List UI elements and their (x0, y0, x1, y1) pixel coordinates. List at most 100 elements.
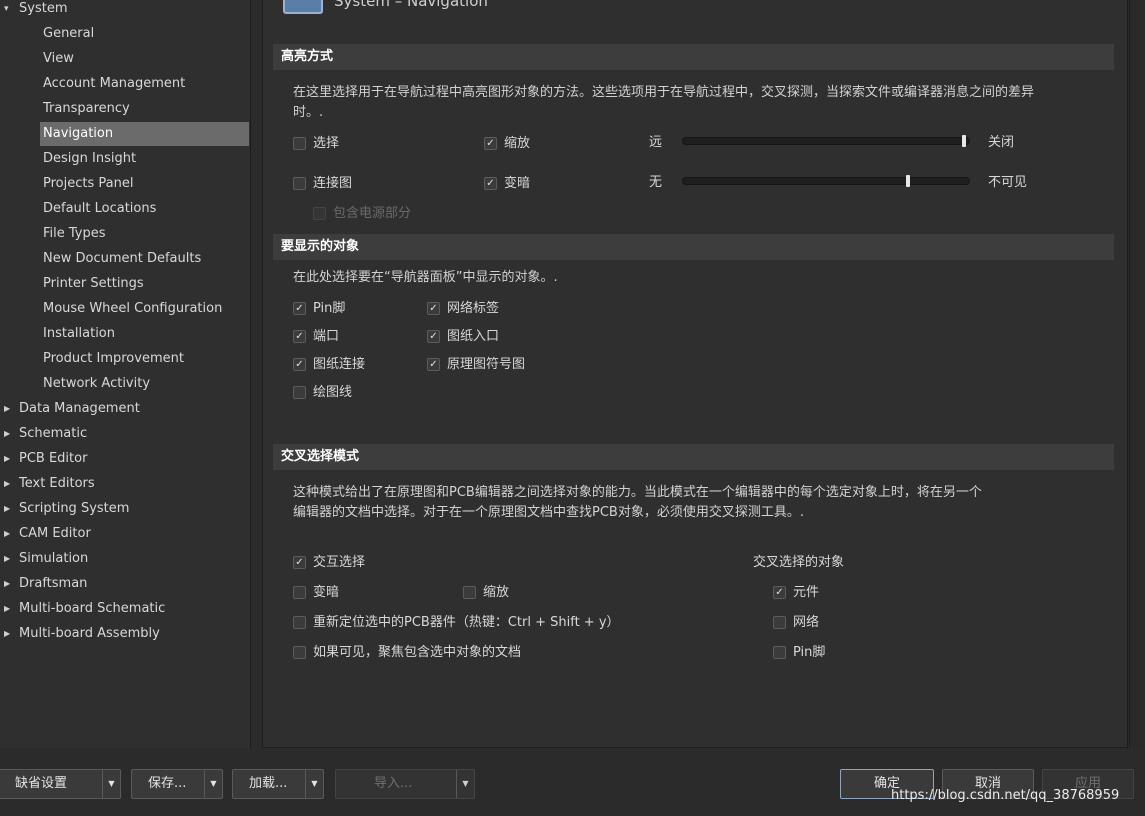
checkbox-box[interactable] (293, 586, 306, 599)
dropdown-arrow-icon[interactable]: ▼ (102, 770, 120, 798)
checkbox-objects-sheet-connector[interactable]: ✓ 图纸连接 (293, 355, 365, 375)
expanded-arrow-icon[interactable]: ▾ (4, 0, 9, 21)
tree-item-draftsman[interactable]: ▶ Draftsman (0, 572, 87, 596)
checkbox-box[interactable] (293, 386, 306, 399)
collapsed-arrow-icon[interactable]: ▶ (4, 497, 10, 521)
tree-item-schematic[interactable]: ▶ Schematic (0, 422, 87, 446)
tree-item-design-insight[interactable]: Design Insight (40, 147, 144, 171)
load-button[interactable]: 加载... ▼ (232, 769, 324, 799)
checkbox-objects-drawing-line[interactable]: 绘图线 (293, 383, 352, 403)
tree-item-file-types[interactable]: File Types (40, 222, 114, 246)
tree-item-cam-editor[interactable]: ▶ CAM Editor (0, 522, 91, 546)
tree-item-account-management[interactable]: Account Management (40, 72, 193, 96)
settings-panel (262, 0, 1128, 748)
checkbox-box[interactable] (773, 646, 786, 659)
collapsed-arrow-icon[interactable]: ▶ (4, 597, 10, 621)
checkbox-focus-document[interactable]: 如果可见，聚焦包含选中对象的文档 (293, 643, 521, 663)
cross-objects-title: 交叉选择的对象 (753, 555, 845, 570)
checkbox-objects-net-label[interactable]: ✓ 网络标签 (427, 299, 499, 319)
collapsed-arrow-icon[interactable]: ▶ (4, 572, 10, 596)
checkbox-box[interactable] (313, 207, 326, 220)
checkbox-include-power[interactable]: 包含电源部分 (313, 204, 411, 224)
cross-description-line1: 这种模式给出了在原理图和PCB编辑器之间选择对象的能力。当此模式在一个编辑器中的… (293, 485, 982, 500)
tree-item-installation[interactable]: Installation (40, 322, 123, 346)
check-icon[interactable]: ✓ (293, 302, 306, 315)
monitor-icon (283, 0, 323, 14)
highlight-description-line2: 时。. (293, 105, 324, 120)
slider-thumb[interactable] (906, 175, 910, 187)
tree-item-view[interactable]: View (40, 47, 82, 71)
check-icon[interactable]: ✓ (427, 330, 440, 343)
tree-item-network-activity[interactable]: Network Activity (40, 372, 158, 396)
tree-item-product-improvement[interactable]: Product Improvement (40, 347, 192, 371)
checkbox-highlight-connection[interactable]: 连接图 (293, 174, 352, 194)
collapsed-arrow-icon[interactable]: ▶ (4, 522, 10, 546)
checkbox-box[interactable] (773, 616, 786, 629)
tree-item-transparency[interactable]: Transparency (40, 97, 138, 121)
checkbox-box[interactable] (293, 646, 306, 659)
check-icon[interactable]: ✓ (484, 177, 497, 190)
dim-level-slider[interactable] (682, 175, 970, 187)
tree-item-text-editors[interactable]: ▶ Text Editors (0, 472, 95, 496)
checkbox-cross-component[interactable]: ✓ 元件 (773, 583, 819, 603)
vertical-scrollbar[interactable] (1129, 0, 1145, 748)
checkbox-cross-zoom[interactable]: 缩放 (463, 583, 509, 603)
check-icon[interactable]: ✓ (427, 358, 440, 371)
check-icon[interactable]: ✓ (773, 586, 786, 599)
collapsed-arrow-icon[interactable]: ▶ (4, 422, 10, 446)
checkbox-objects-sheet-entry[interactable]: ✓ 图纸入口 (427, 327, 499, 347)
save-button[interactable]: 保存... ▼ (131, 769, 223, 799)
checkbox-interactive-select[interactable]: ✓ 交互选择 (293, 553, 365, 573)
tree-item-data-management[interactable]: ▶ Data Management (0, 397, 140, 421)
tree-item-navigation[interactable]: Navigation (40, 122, 249, 146)
slider2-min-label: 无 (649, 175, 663, 190)
checkbox-relocate-pcb[interactable]: 重新定位选中的PCB器件（热键：Ctrl + Shift + y） (293, 613, 620, 633)
checkbox-objects-port[interactable]: ✓ 端口 (293, 327, 339, 347)
objects-description: 在此处选择要在“导航器面板”中显示的对象。. (293, 270, 558, 285)
tree-item-scripting-system[interactable]: ▶ Scripting System (0, 497, 129, 521)
checkbox-objects-sheet-symbol[interactable]: ✓ 原理图符号图 (427, 355, 525, 375)
tree-item-general[interactable]: General (40, 22, 102, 46)
collapsed-arrow-icon[interactable]: ▶ (4, 622, 10, 646)
checkbox-highlight-select[interactable]: 选择 (293, 134, 339, 154)
tree-item-multi-board-assembly[interactable]: ▶ Multi-board Assembly (0, 622, 160, 646)
defaults-button[interactable]: 缺省设置 ▼ (0, 769, 121, 799)
collapsed-arrow-icon[interactable]: ▶ (4, 472, 10, 496)
checkbox-cross-net[interactable]: 网络 (773, 613, 819, 633)
zoom-precision-slider[interactable] (682, 135, 970, 147)
slider-thumb[interactable] (962, 135, 966, 147)
checkbox-cross-pin[interactable]: Pin脚 (773, 643, 825, 663)
dropdown-arrow-icon[interactable]: ▼ (204, 770, 222, 798)
collapsed-arrow-icon[interactable]: ▶ (4, 547, 10, 571)
checkbox-box[interactable] (293, 177, 306, 190)
tree-item-new-document-defaults[interactable]: New Document Defaults (40, 247, 209, 271)
dropdown-arrow-icon[interactable]: ▼ (456, 770, 474, 798)
check-icon[interactable]: ✓ (293, 358, 306, 371)
collapsed-arrow-icon[interactable]: ▶ (4, 447, 10, 471)
tree-item-default-locations[interactable]: Default Locations (40, 197, 164, 221)
tree-item-pcb-editor[interactable]: ▶ PCB Editor (0, 447, 87, 471)
checkbox-highlight-dim[interactable]: ✓ 变暗 (484, 174, 530, 194)
tree-item-simulation[interactable]: ▶ Simulation (0, 547, 88, 571)
checkbox-box[interactable] (293, 137, 306, 150)
check-icon[interactable]: ✓ (427, 302, 440, 315)
cross-description-line2: 编辑器的文档中选择。对于在一个原理图文档中查找PCB对象，必须使用交叉探测工具。… (293, 505, 804, 520)
checkbox-box[interactable] (293, 616, 306, 629)
tree-item-printer-settings[interactable]: Printer Settings (40, 272, 152, 296)
checkbox-objects-pin[interactable]: ✓ Pin脚 (293, 299, 345, 319)
checkbox-box[interactable] (463, 586, 476, 599)
checkbox-highlight-zoom[interactable]: ✓ 缩放 (484, 134, 530, 154)
dropdown-arrow-icon[interactable]: ▼ (305, 770, 323, 798)
checkbox-cross-dim[interactable]: 变暗 (293, 583, 339, 603)
tree-item-mouse-wheel-configuration[interactable]: Mouse Wheel Configuration (40, 297, 230, 321)
tree-item-multi-board-schematic[interactable]: ▶ Multi-board Schematic (0, 597, 165, 621)
tree-item-system[interactable]: ▾ System (0, 0, 67, 21)
tree-item-projects-panel[interactable]: Projects Panel (40, 172, 141, 196)
check-icon[interactable]: ✓ (293, 330, 306, 343)
check-icon[interactable]: ✓ (484, 137, 497, 150)
check-icon[interactable]: ✓ (293, 556, 306, 569)
highlight-description-line1: 在这里选择用于在导航过程中高亮图形对象的方法。这些选项用于在导航过程中，交叉探测… (293, 85, 1035, 100)
import-button[interactable]: 导入... ▼ (335, 769, 475, 799)
watermark-text: https://blog.csdn.net/qq_38768959 (891, 788, 1120, 803)
collapsed-arrow-icon[interactable]: ▶ (4, 397, 10, 421)
